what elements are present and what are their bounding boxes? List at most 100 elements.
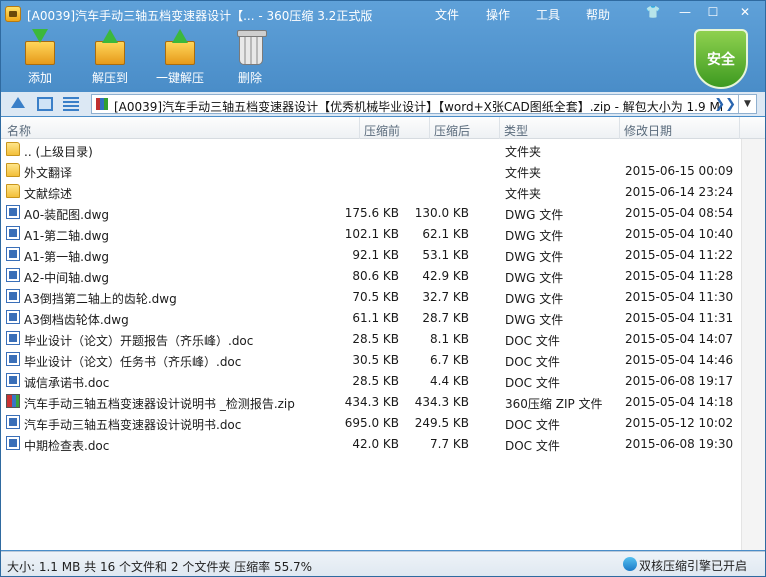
file-name: A1-第一轴.dwg: [24, 250, 110, 264]
vertical-scrollbar[interactable]: [741, 139, 765, 550]
add-archive-icon: [21, 29, 59, 67]
file-size: 28.5 KB: [352, 374, 399, 388]
file-size: 30.5 KB: [352, 353, 399, 367]
file-row[interactable]: 汽车手动三轴五档变速器设计说明书 _检测报告.zip 434.3 KB 434.3 …: [1, 391, 741, 412]
file-name: 毕业设计（论文）任务书（齐乐峰）.doc: [24, 355, 242, 369]
file-type: 文件夹: [505, 145, 542, 159]
menu-tools[interactable]: 工具: [536, 6, 560, 23]
file-row[interactable]: .. (上级目录) 文件夹: [1, 139, 741, 160]
close-button[interactable]: ✕: [735, 4, 755, 20]
file-row[interactable]: A3倒档齿轮体.dwg 61.1 KB 28.7 KB DWG 文件 2015-05-0…: [1, 307, 741, 328]
file-name: .. (上级目录): [24, 145, 93, 159]
file-modified: 2015-05-04 14:18: [625, 395, 734, 409]
dwg-file-icon: [6, 205, 20, 219]
file-name: A3倒档齿轮体.dwg: [24, 313, 129, 327]
doc-file-icon: [6, 415, 20, 429]
file-row[interactable]: 外文翻译 文件夹 2015-06-15 00:09: [1, 160, 741, 181]
dwg-file-icon: [6, 289, 20, 303]
address-dropdown-button[interactable]: ▼: [738, 95, 756, 113]
file-compressed-size: 434.3 KB: [414, 395, 469, 409]
engine-status[interactable]: 双核压缩引擎已开启: [639, 557, 747, 574]
file-compressed-size: 7.7 KB: [430, 437, 469, 451]
dwg-file-icon: [6, 310, 20, 324]
file-row[interactable]: A1-第二轴.dwg 102.1 KB 62.1 KB DWG 文件 2015-05-0…: [1, 223, 741, 244]
menu-file[interactable]: 文件: [435, 6, 459, 23]
file-row[interactable]: 汽车手动三轴五档变速器设计说明书.doc 695.0 KB 249.5 KB DOC …: [1, 412, 741, 433]
file-compressed-size: 53.1 KB: [422, 248, 469, 262]
recycle-bin-icon: [231, 29, 269, 67]
doc-file-icon: [6, 331, 20, 345]
file-size: 175.6 KB: [344, 206, 399, 220]
col-size[interactable]: 压缩前: [364, 122, 400, 139]
file-type: 360压缩 ZIP 文件: [505, 397, 603, 411]
list-view-icon[interactable]: [63, 97, 79, 111]
file-type: DOC 文件: [505, 439, 560, 453]
file-modified: 2015-05-12 10:02: [625, 416, 734, 430]
file-type: DOC 文件: [505, 418, 560, 432]
file-modified: 2015-06-08 19:17: [625, 374, 734, 388]
file-type: DOC 文件: [505, 355, 560, 369]
thumbnail-view-icon[interactable]: [37, 97, 53, 111]
file-type: DWG 文件: [505, 208, 564, 222]
file-row[interactable]: A1-第一轴.dwg 92.1 KB 53.1 KB DWG 文件 2015-05-04…: [1, 244, 741, 265]
file-size: 695.0 KB: [344, 416, 399, 430]
folder-icon: [6, 184, 20, 198]
security-shield-icon[interactable]: 安全: [694, 29, 748, 89]
file-size: 61.1 KB: [352, 311, 399, 325]
status-bar: 大小: 1.1 MB 共 16 个文件和 2 个文件夹 压缩率 55.7% 双核…: [1, 551, 765, 576]
window-title: [A0039]汽车手动三轴五档变速器设计【... - 360压缩 3.2正式版: [27, 9, 373, 23]
address-path: [A0039]汽车手动三轴五档变速器设计【优秀机械毕业设计】【word+X张CA…: [114, 100, 722, 114]
col-type[interactable]: 类型: [504, 122, 528, 139]
col-name[interactable]: 名称: [7, 122, 31, 139]
file-row[interactable]: 毕业设计（论文）任务书（齐乐峰）.doc 30.5 KB 6.7 KB DOC 文件 2…: [1, 349, 741, 370]
dwg-file-icon: [6, 226, 20, 240]
up-level-icon[interactable]: [11, 97, 25, 108]
file-row[interactable]: A3倒挡第二轴上的齿轮.dwg 70.5 KB 32.7 KB DWG 文件 2015-…: [1, 286, 741, 307]
file-name: 中期检查表.doc: [24, 439, 110, 453]
menu-help[interactable]: 帮助: [586, 6, 610, 23]
file-name: 外文翻译: [24, 166, 73, 180]
file-row[interactable]: A0-装配图.dwg 175.6 KB 130.0 KB DWG 文件 2015-05-…: [1, 202, 741, 223]
address-bar[interactable]: [A0039]汽车手动三轴五档变速器设计【优秀机械毕业设计】【word+X张CA…: [91, 94, 757, 114]
file-compressed-size: 6.7 KB: [430, 353, 469, 367]
file-size: 92.1 KB: [352, 248, 399, 262]
file-row[interactable]: A2-中间轴.dwg 80.6 KB 42.9 KB DWG 文件 2015-05-04…: [1, 265, 741, 286]
status-summary: 大小: 1.1 MB 共 16 个文件和 2 个文件夹 压缩率 55.7%: [7, 560, 313, 574]
file-type: DWG 文件: [505, 229, 564, 243]
one-click-extract-icon: [161, 29, 199, 67]
file-name: A1-第二轴.dwg: [24, 229, 110, 243]
file-name: A2-中间轴.dwg: [24, 271, 110, 285]
file-compressed-size: 32.7 KB: [422, 290, 469, 304]
file-compressed-size: 8.1 KB: [430, 332, 469, 346]
file-size: 42.0 KB: [352, 437, 399, 451]
file-compressed-size: 249.5 KB: [414, 416, 469, 430]
delete-button[interactable]: 删除: [215, 29, 285, 91]
file-name: A0-装配图.dwg: [24, 208, 110, 222]
col-compressed[interactable]: 压缩后: [434, 122, 470, 139]
address-row: [A0039]汽车手动三轴五档变速器设计【优秀机械毕业设计】【word+X张CA…: [1, 92, 765, 116]
file-row[interactable]: 诚信承诺书.doc 28.5 KB 4.4 KB DOC 文件 2015-06-08 1…: [1, 370, 741, 391]
extract-to-button[interactable]: 解压到: [75, 29, 145, 91]
title-bar: [A0039]汽车手动三轴五档变速器设计【... - 360压缩 3.2正式版 …: [1, 1, 765, 27]
file-row[interactable]: 中期检查表.doc 42.0 KB 7.7 KB DOC 文件 2015-06-08 1…: [1, 433, 741, 454]
add-button[interactable]: 添加: [5, 29, 75, 91]
col-modified[interactable]: 修改日期: [624, 122, 672, 139]
skin-icon[interactable]: 👕: [643, 4, 663, 20]
file-modified: 2015-06-15 00:09: [625, 164, 734, 178]
doc-file-icon: [6, 373, 20, 387]
one-click-extract-button[interactable]: 一键解压: [145, 29, 215, 91]
file-row[interactable]: 文献综述 文件夹 2015-06-14 23:24: [1, 181, 741, 202]
add-label: 添加: [27, 71, 52, 85]
doc-file-icon: [6, 436, 20, 450]
maximize-button[interactable]: ☐: [703, 4, 723, 20]
file-modified: 2015-05-04 14:46: [625, 353, 734, 367]
file-row[interactable]: 毕业设计（论文）开题报告（齐乐峰）.doc 28.5 KB 8.1 KB DOC 文件…: [1, 328, 741, 349]
dwg-file-icon: [6, 268, 20, 282]
file-name: 汽车手动三轴五档变速器设计说明书.doc: [24, 418, 242, 432]
file-size: 70.5 KB: [352, 290, 399, 304]
menu-action[interactable]: 操作: [486, 6, 510, 23]
minimize-button[interactable]: —: [675, 4, 695, 20]
chevron-icon[interactable]: ❯❯: [714, 97, 736, 112]
file-name: 毕业设计（论文）开题报告（齐乐峰）.doc: [24, 334, 254, 348]
file-modified: 2015-05-04 10:40: [625, 227, 734, 241]
